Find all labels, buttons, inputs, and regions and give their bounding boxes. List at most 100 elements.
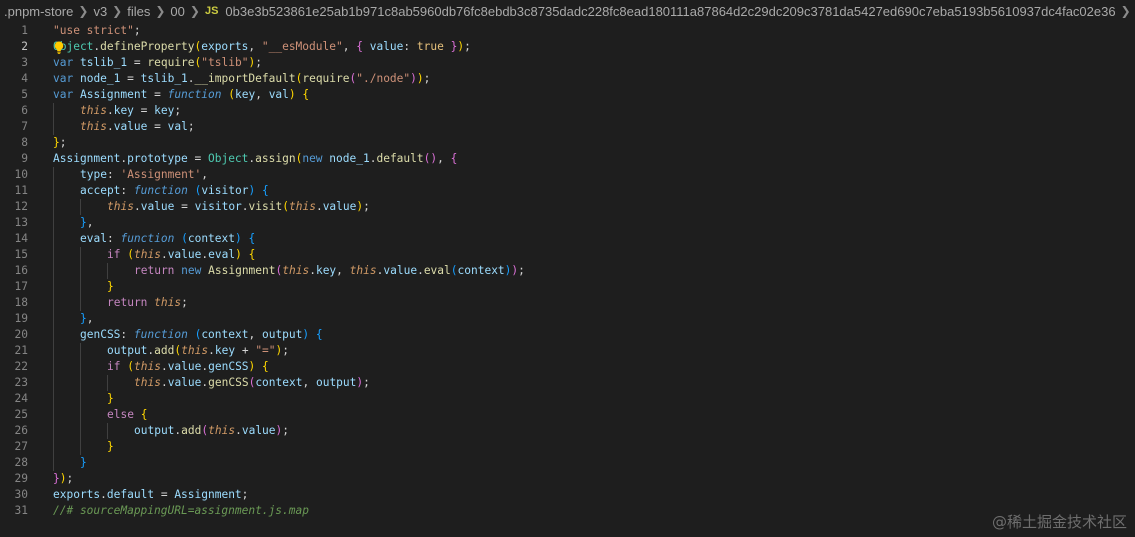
code-line[interactable]: 10 type: 'Assignment', <box>0 167 1135 183</box>
breadcrumb-file-name[interactable]: 0b3e3b523861e25ab1b971c8ab5960db76fc8ebd… <box>225 4 1115 19</box>
code-line[interactable]: 28 } <box>0 455 1135 471</box>
code-text: exports.default = Assignment; <box>53 488 249 501</box>
line-number: 24 <box>14 392 28 405</box>
code-text: } <box>80 456 87 469</box>
code-text: } <box>107 440 114 453</box>
code-line[interactable]: 9 Assignment.prototype = Object.assign(ne… <box>0 151 1135 167</box>
code-text: var node_1 = tslib_1.__importDefault(req… <box>53 72 431 85</box>
line-number: 23 <box>14 376 28 389</box>
code-text: accept: function (visitor) { <box>80 184 269 197</box>
code-line[interactable]: 24 } <box>0 391 1135 407</box>
code-text: Object.defineProperty(exports, "__esModu… <box>53 40 471 53</box>
line-number: 16 <box>14 264 28 277</box>
code-line[interactable]: 7 this.value = val; <box>0 119 1135 135</box>
code-text: if (this.value.genCSS) { <box>107 360 269 373</box>
line-number: 26 <box>14 424 28 437</box>
code-text: return this; <box>107 296 188 309</box>
code-line[interactable]: 6 this.key = key; <box>0 103 1135 119</box>
chevron-right-icon: ❯ <box>189 4 200 18</box>
code-line[interactable]: 19 }, <box>0 311 1135 327</box>
code-line[interactable]: 8}; <box>0 135 1135 151</box>
code-line[interactable]: 18 return this; <box>0 295 1135 311</box>
line-number: 3 <box>21 56 28 69</box>
code-line[interactable]: 30 exports.default = Assignment; <box>0 487 1135 503</box>
line-number: 9 <box>21 152 28 165</box>
line-number: 27 <box>14 440 28 453</box>
code-text: } <box>107 280 114 293</box>
line-number: 19 <box>14 312 28 325</box>
line-number: 22 <box>14 360 28 373</box>
line-number: 13 <box>14 216 28 229</box>
code-text: this.value.genCSS(context, output); <box>134 376 370 389</box>
code-line[interactable]: 26 output.add(this.value); <box>0 423 1135 439</box>
line-number: 11 <box>14 184 28 197</box>
code-line[interactable]: 16 return new Assignment(this.key, this.… <box>0 263 1135 279</box>
line-number: 2 <box>21 40 28 53</box>
code-text: eval: function (context) { <box>80 232 256 245</box>
code-text: this.value = val; <box>80 120 195 133</box>
breadcrumb-item-v3[interactable]: v3 <box>93 4 107 19</box>
code-line[interactable]: 22 if (this.value.genCSS) { <box>0 359 1135 375</box>
code-text: genCSS: function (context, output) { <box>80 328 323 341</box>
chevron-right-icon: ❯ <box>78 4 89 18</box>
chevron-right-icon: ❯ <box>1120 4 1131 18</box>
code-text: if (this.value.eval) { <box>107 248 256 261</box>
code-text: "use strict"; <box>53 24 141 37</box>
code-line[interactable]: 5 var Assignment = function (key, val) { <box>0 87 1135 103</box>
line-number: 31 <box>14 504 28 517</box>
line-number: 17 <box>14 280 28 293</box>
code-line[interactable]: 27 } <box>0 439 1135 455</box>
code-line[interactable]: 1 "use strict"; <box>0 23 1135 39</box>
code-text: //# sourceMappingURL=assignment.js.map <box>53 504 309 517</box>
line-number: 8 <box>21 136 28 149</box>
chevron-right-icon: ❯ <box>112 4 123 18</box>
code-line[interactable]: 14 eval: function (context) { <box>0 231 1135 247</box>
lightbulb-icon[interactable] <box>52 39 66 55</box>
line-number: 30 <box>14 488 28 501</box>
code-text: }); <box>53 472 74 485</box>
breadcrumb-item-pnpm-store[interactable]: .pnpm-store <box>4 4 73 19</box>
code-text: var tslib_1 = require("tslib"); <box>53 56 262 69</box>
code-editor[interactable]: 1 "use strict"; 2 Object.defineProperty(exp… <box>0 23 1135 537</box>
code-line[interactable]: 3 var tslib_1 = require("tslib"); <box>0 55 1135 71</box>
code-line[interactable]: 2 Object.defineProperty(exports, "__esMod… <box>0 39 1135 55</box>
code-line[interactable]: 15 if (this.value.eval) { <box>0 247 1135 263</box>
code-line[interactable]: 11 accept: function (visitor) { <box>0 183 1135 199</box>
line-number: 1 <box>21 24 28 37</box>
line-number: 10 <box>14 168 28 181</box>
code-line[interactable]: 31 //# sourceMappingURL=assignment.js.map <box>0 503 1135 519</box>
code-line[interactable]: 25 else { <box>0 407 1135 423</box>
code-line[interactable]: 13 }, <box>0 215 1135 231</box>
line-number: 29 <box>14 472 28 485</box>
line-number: 20 <box>14 328 28 341</box>
code-text: }; <box>53 136 67 149</box>
line-number: 18 <box>14 296 28 309</box>
code-text: type: 'Assignment', <box>80 168 209 181</box>
code-text: output.add(this.value); <box>134 424 290 437</box>
javascript-file-icon: JS <box>204 5 219 17</box>
code-line[interactable]: 23 this.value.genCSS(context, output); <box>0 375 1135 391</box>
line-number: 6 <box>21 104 28 117</box>
code-line[interactable]: 20 genCSS: function (context, output) { <box>0 327 1135 343</box>
line-number: 5 <box>21 88 28 101</box>
breadcrumb-item-files[interactable]: files <box>127 4 150 19</box>
code-line[interactable]: 12 this.value = visitor.visit(this.value… <box>0 199 1135 215</box>
breadcrumb-item-00[interactable]: 00 <box>170 4 184 19</box>
line-number: 28 <box>14 456 28 469</box>
line-number: 14 <box>14 232 28 245</box>
code-text: var Assignment = function (key, val) { <box>53 88 310 101</box>
line-number: 4 <box>21 72 28 85</box>
breadcrumb: .pnpm-store ❯ v3 ❯ files ❯ 00 ❯ JS 0b3e3… <box>0 0 1135 22</box>
code-text: Assignment.prototype = Object.assign(new… <box>53 152 458 165</box>
code-text: }, <box>80 312 94 325</box>
code-text: this.key = key; <box>80 104 182 117</box>
code-line[interactable]: 29}); <box>0 471 1135 487</box>
code-text: this.value = visitor.visit(this.value); <box>107 200 370 213</box>
code-line[interactable]: 21 output.add(this.key + "="); <box>0 343 1135 359</box>
line-number: 21 <box>14 344 28 357</box>
line-number: 7 <box>21 120 28 133</box>
code-line[interactable]: 4 var node_1 = tslib_1.__importDefault(re… <box>0 71 1135 87</box>
code-line[interactable]: 17 } <box>0 279 1135 295</box>
watermark: @稀土掘金技术社区 <box>991 513 1127 531</box>
line-number: 12 <box>14 200 28 213</box>
